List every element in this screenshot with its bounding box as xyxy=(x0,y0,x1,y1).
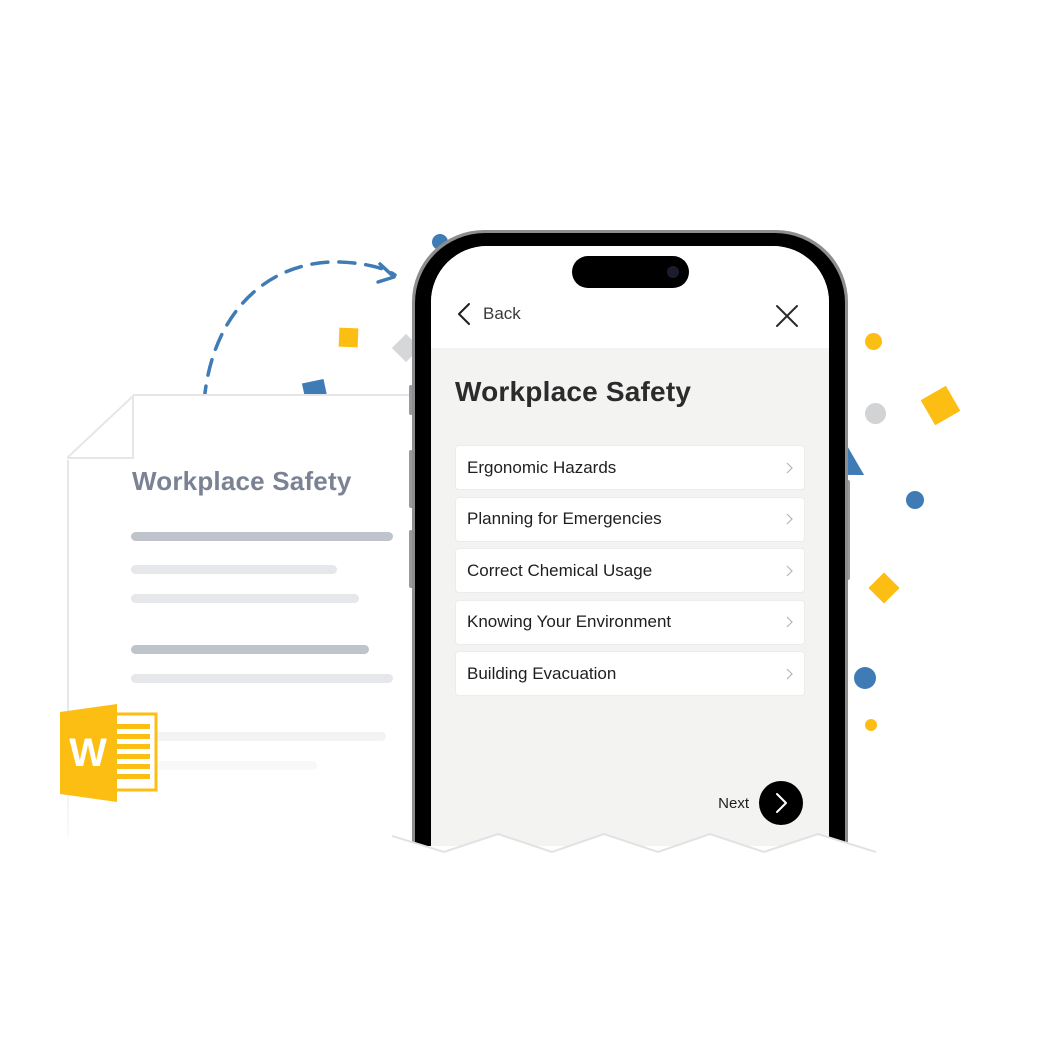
confetti-blue-circle xyxy=(854,667,876,689)
close-icon[interactable] xyxy=(775,304,799,328)
doc-text-line xyxy=(131,594,359,603)
document-title: Workplace Safety xyxy=(132,466,352,496)
confetti-gray-circle xyxy=(865,403,886,424)
list-item-building-evacuation[interactable]: Building Evacuation xyxy=(456,652,804,695)
doc-heading-line xyxy=(131,645,369,654)
confetti-yellow-circle xyxy=(865,719,877,731)
back-button[interactable]: Back xyxy=(457,302,521,326)
list-item-label: Building Evacuation xyxy=(467,663,617,683)
chevron-right-icon xyxy=(786,565,793,576)
chevron-right-icon xyxy=(786,513,793,525)
chevron-right-icon xyxy=(776,793,787,813)
chevron-right-icon xyxy=(786,668,793,679)
word-icon-letter: W xyxy=(69,731,107,775)
next-label: Next xyxy=(718,794,749,812)
chevron-left-icon xyxy=(458,303,470,325)
confetti-yellow-diamond xyxy=(920,385,961,426)
list-item-label: Correct Chemical Usage xyxy=(467,560,653,580)
topic-list: Ergonomic Hazards Planning for Emergenci… xyxy=(456,446,804,704)
camera-icon xyxy=(667,266,679,278)
next-circle[interactable] xyxy=(759,781,803,825)
page-title: Workplace Safety xyxy=(455,376,692,407)
doc-text-line xyxy=(131,565,337,574)
confetti-yellow-circle xyxy=(865,333,882,350)
list-item-correct-chemical-usage[interactable]: Correct Chemical Usage xyxy=(456,549,804,592)
chevron-right-icon xyxy=(786,462,793,473)
dashed-arrow-icon xyxy=(202,260,397,404)
list-item-label: Ergonomic Hazards xyxy=(467,457,617,477)
dynamic-island xyxy=(572,256,689,288)
chevron-right-icon xyxy=(786,616,793,628)
back-label: Back xyxy=(483,304,521,323)
next-button[interactable]: Next xyxy=(718,781,803,825)
list-item-label: Knowing Your Environment xyxy=(467,612,672,631)
list-item-knowing-your-environment[interactable]: Knowing Your Environment xyxy=(456,600,804,644)
doc-text-line xyxy=(131,674,393,683)
doc-heading-line xyxy=(131,532,393,541)
list-item-label: Planning for Emergencies xyxy=(467,509,662,528)
torn-edge-divider xyxy=(392,832,876,868)
list-item-ergonomic-hazards[interactable]: Ergonomic Hazards xyxy=(456,446,804,489)
list-item-planning-for-emergencies[interactable]: Planning for Emergencies xyxy=(456,497,804,541)
confetti-blue-circle xyxy=(906,491,924,509)
page-fold-corner xyxy=(67,394,137,460)
confetti-yellow-diamond xyxy=(868,572,900,604)
screen-header: Back xyxy=(431,246,829,348)
microsoft-word-icon: W xyxy=(60,704,158,802)
